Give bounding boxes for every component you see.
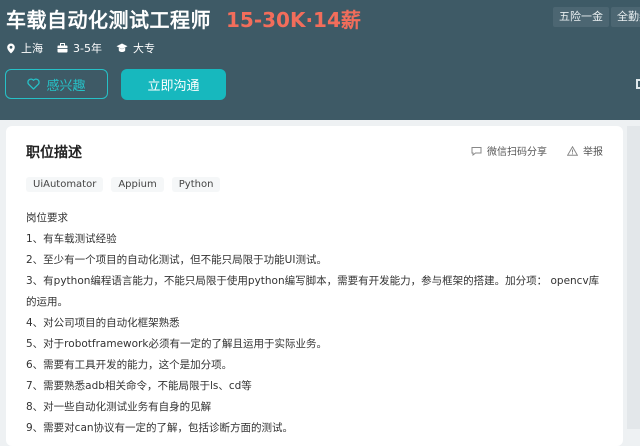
interest-button[interactable]: 感兴趣 xyxy=(5,69,108,99)
description-line: 3、有python编程语言能力，不能只局限于使用python编写脚本，需要有开发… xyxy=(26,275,600,308)
report-link[interactable]: 举报 xyxy=(567,143,603,158)
interest-label: 感兴趣 xyxy=(46,78,86,94)
job-meta: 上海 3-5年 大专 xyxy=(6,40,155,56)
report-label: 举报 xyxy=(583,147,603,158)
chat-now-button[interactable]: 立即沟通 xyxy=(121,69,226,100)
welfare-tag: 全勤奖 xyxy=(611,7,640,27)
description-line: 8、对一些自动化测试业务有自身的见解 xyxy=(26,401,212,413)
welfare-tag: 五险一金 xyxy=(553,7,609,27)
job-description: 岗位要求 1、有车载测试经验 2、至少有一个项目的自动化测试，但不能只局限于功能… xyxy=(26,208,608,439)
briefcase-icon xyxy=(57,43,68,53)
experience: 3-5年 xyxy=(57,40,102,56)
description-line: 岗位要求 xyxy=(26,212,68,224)
experience-text: 3-5年 xyxy=(73,42,102,55)
description-line: 2、至少有一个项目的自动化测试，但不能只局限于功能UI测试。 xyxy=(26,254,327,266)
description-line: 5、对于robotframework必须有一定的了解且运用于实际业务。 xyxy=(26,338,327,350)
chat-bubble-icon xyxy=(471,146,482,156)
section-title: 职位描述 xyxy=(26,145,82,161)
salary: 15-30K·14薪 xyxy=(226,8,361,32)
education-text: 大专 xyxy=(132,42,155,55)
graduation-cap-icon xyxy=(116,43,128,52)
warning-icon xyxy=(567,145,578,156)
wechat-share-link[interactable]: 微信扫码分享 xyxy=(471,143,547,158)
scrollbar-track[interactable] xyxy=(627,126,640,429)
education: 大专 xyxy=(116,40,155,56)
location: 上海 xyxy=(6,40,43,56)
job-detail-card: 职位描述 微信扫码分享 举报 UiAutomator Appium Python… xyxy=(6,126,623,446)
heart-icon xyxy=(27,78,41,90)
share-label: 微信扫码分享 xyxy=(487,147,547,158)
more-icon[interactable] xyxy=(636,79,640,89)
skill-tag: UiAutomator xyxy=(26,177,104,192)
detail-actions: 微信扫码分享 举报 xyxy=(471,143,603,158)
skill-tags: UiAutomator Appium Python xyxy=(26,177,221,192)
skill-tag: Python xyxy=(171,177,221,192)
skill-tag: Appium xyxy=(111,177,164,192)
job-header: 车载自动化测试工程师 15-30K·14薪 五险一金 全勤奖 上海 3-5年 大… xyxy=(0,0,640,120)
job-title: 车载自动化测试工程师 xyxy=(6,8,211,32)
chat-now-label: 立即沟通 xyxy=(147,79,200,94)
location-text: 上海 xyxy=(21,42,43,55)
description-line: 6、需要有工具开发的能力，这个是加分项。 xyxy=(26,359,233,371)
description-line: 7、需要熟悉adb相关命令，不能局限于ls、cd等 xyxy=(26,380,252,392)
location-pin-icon xyxy=(7,43,15,53)
description-line: 1、有车载测试经验 xyxy=(26,233,117,245)
description-line: 4、对公司项目的自动化框架熟悉 xyxy=(26,317,180,329)
